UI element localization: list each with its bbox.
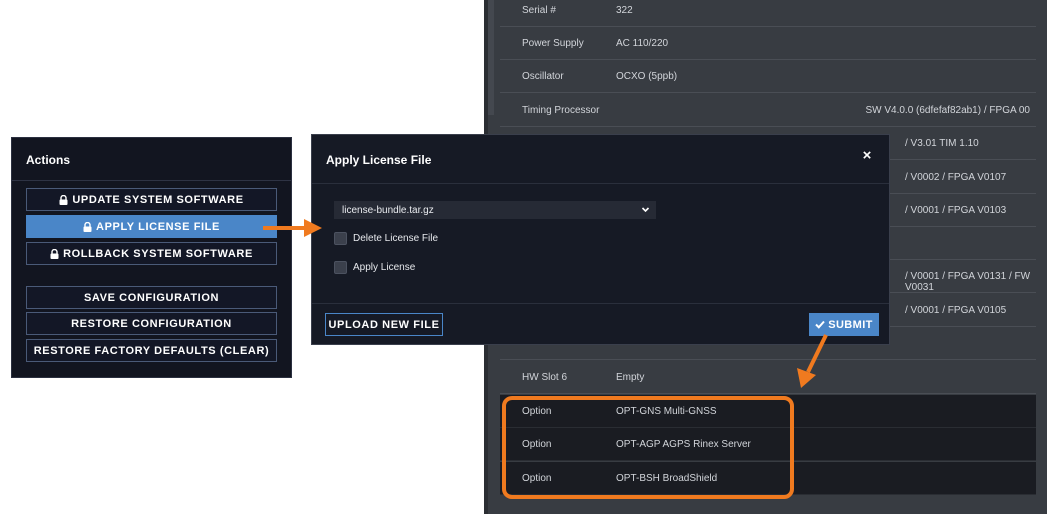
info-row-oscillator: Oscillator OCXO (5ppb) bbox=[500, 60, 1036, 93]
actions-panel: Actions UPDATE SYSTEM SOFTWARE APPLY LIC… bbox=[11, 137, 292, 378]
actions-title: Actions bbox=[26, 153, 71, 167]
restore-configuration-button[interactable]: RESTORE CONFIGURATION bbox=[26, 312, 277, 335]
restore-factory-defaults-button[interactable]: RESTORE FACTORY DEFAULTS (CLEAR) bbox=[26, 339, 277, 362]
close-icon[interactable]: × bbox=[860, 148, 874, 163]
delete-license-option: Delete License File bbox=[334, 230, 438, 246]
info-row-timing-processor: Timing Processor SW V4.0.0 (6dfefaf82ab1… bbox=[500, 94, 1036, 127]
info-row-power-supply: Power Supply AC 110/220 bbox=[500, 27, 1036, 60]
options-highlight-box bbox=[502, 396, 794, 499]
modal-title: Apply License File bbox=[326, 153, 432, 167]
apply-license-modal: Apply License File × license-bundle.tar.… bbox=[311, 134, 890, 345]
divider bbox=[312, 303, 889, 304]
update-system-software-button[interactable]: UPDATE SYSTEM SOFTWARE bbox=[26, 188, 277, 211]
license-file-select[interactable]: license-bundle.tar.gz bbox=[334, 201, 656, 219]
chevron-down-icon bbox=[641, 207, 650, 213]
lock-icon bbox=[59, 194, 68, 205]
info-row-hw-slot-6: HW Slot 6 Empty bbox=[500, 361, 1036, 394]
apply-license-checkbox[interactable] bbox=[334, 260, 347, 274]
info-row-serial: Serial # 322 bbox=[500, 0, 1036, 27]
lock-icon bbox=[83, 221, 92, 232]
lock-icon bbox=[50, 248, 59, 259]
delete-license-checkbox[interactable] bbox=[334, 231, 347, 245]
rollback-system-software-button[interactable]: ROLLBACK SYSTEM SOFTWARE bbox=[26, 242, 277, 265]
panel-scroll-edge bbox=[488, 0, 494, 115]
submit-button[interactable]: SUBMIT bbox=[809, 313, 879, 336]
apply-license-option: Apply License bbox=[334, 259, 415, 275]
save-configuration-button[interactable]: SAVE CONFIGURATION bbox=[26, 286, 277, 309]
divider bbox=[312, 183, 889, 184]
upload-new-file-button[interactable]: UPLOAD NEW FILE bbox=[325, 313, 443, 336]
check-icon bbox=[815, 320, 825, 329]
apply-license-file-button[interactable]: APPLY LICENSE FILE bbox=[26, 215, 277, 238]
divider bbox=[12, 180, 291, 181]
